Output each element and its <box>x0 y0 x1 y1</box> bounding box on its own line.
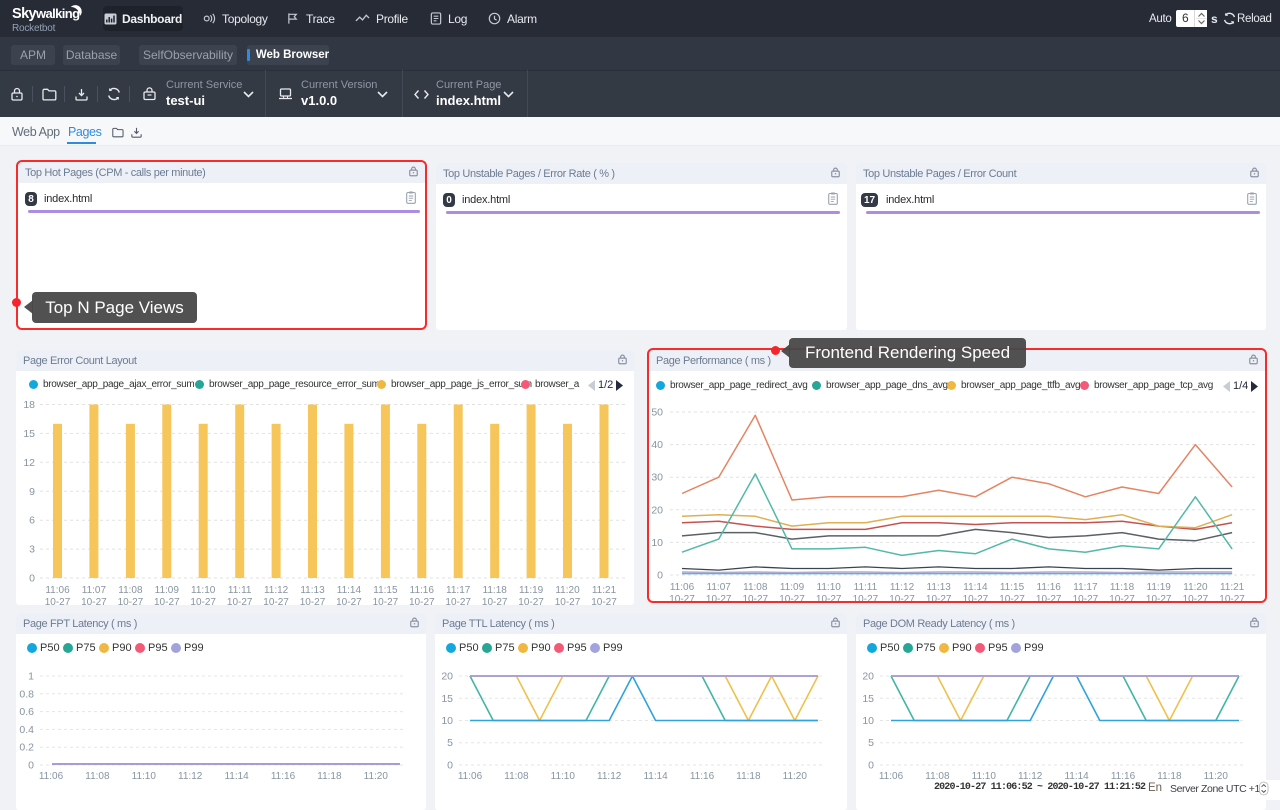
svg-text:0.8: 0.8 <box>19 688 34 700</box>
svg-text:0.2: 0.2 <box>19 742 34 754</box>
svg-text:11:20: 11:20 <box>364 771 389 782</box>
svg-text:10: 10 <box>441 715 453 727</box>
svg-text:0.4: 0.4 <box>19 724 34 736</box>
svg-text:11:06: 11:06 <box>879 771 904 782</box>
svg-text:11:06: 11:06 <box>458 771 483 782</box>
svg-text:1: 1 <box>28 671 34 683</box>
svg-text:11:08: 11:08 <box>504 771 529 782</box>
svg-text:0.6: 0.6 <box>19 706 34 718</box>
svg-text:11:20: 11:20 <box>783 771 808 782</box>
svg-text:20: 20 <box>441 671 453 683</box>
svg-text:11:06: 11:06 <box>39 771 64 782</box>
svg-text:11:14: 11:14 <box>643 771 668 782</box>
svg-text:11:16: 11:16 <box>271 771 296 782</box>
svg-text:11:08: 11:08 <box>85 771 110 782</box>
svg-text:0: 0 <box>447 760 453 772</box>
svg-text:11:14: 11:14 <box>224 771 249 782</box>
svg-text:11:10: 11:10 <box>551 771 576 782</box>
svg-text:0: 0 <box>28 760 34 772</box>
svg-text:5: 5 <box>447 737 453 749</box>
svg-text:5: 5 <box>868 737 874 749</box>
svg-text:11:16: 11:16 <box>690 771 715 782</box>
svg-text:11:12: 11:12 <box>178 771 203 782</box>
svg-text:0: 0 <box>868 760 874 772</box>
svg-text:10: 10 <box>862 715 874 727</box>
svg-text:20: 20 <box>862 671 874 683</box>
svg-text:11:18: 11:18 <box>736 771 761 782</box>
svg-text:15: 15 <box>441 693 453 705</box>
svg-text:15: 15 <box>862 693 874 705</box>
svg-text:11:18: 11:18 <box>317 771 342 782</box>
svg-text:11:12: 11:12 <box>597 771 622 782</box>
svg-text:11:10: 11:10 <box>132 771 157 782</box>
